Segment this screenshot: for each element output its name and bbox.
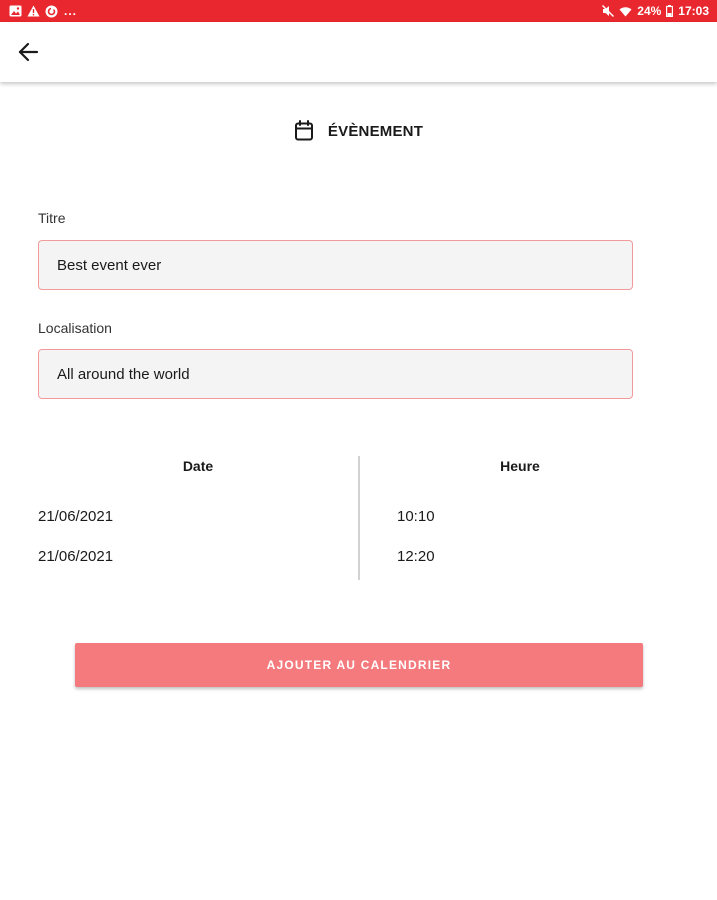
warning-icon bbox=[27, 5, 40, 17]
location-input[interactable]: All around the world bbox=[38, 349, 633, 399]
status-bar-notifications: ... bbox=[9, 4, 77, 18]
mute-icon bbox=[602, 5, 615, 17]
arrow-left-icon bbox=[18, 42, 39, 62]
image-icon bbox=[9, 5, 22, 17]
title-input[interactable]: Best event ever bbox=[38, 240, 633, 290]
calendar-icon bbox=[294, 120, 314, 142]
location-input-value: All around the world bbox=[57, 365, 190, 383]
clock: 17:03 bbox=[678, 4, 709, 18]
status-overflow: ... bbox=[64, 4, 78, 18]
page-title: ÉVÈNEMENT bbox=[327, 122, 424, 140]
wifi-icon bbox=[619, 6, 632, 17]
end-time-value[interactable]: 12:20 bbox=[397, 548, 435, 565]
sync-icon bbox=[45, 5, 58, 18]
title-input-value: Best event ever bbox=[57, 256, 162, 274]
column-divider bbox=[358, 456, 360, 580]
battery-percent: 24% bbox=[637, 4, 662, 18]
back-button[interactable] bbox=[12, 36, 44, 68]
battery-icon bbox=[666, 5, 674, 17]
start-time-value[interactable]: 10:10 bbox=[397, 508, 435, 525]
status-bar-system: 24% 17:03 bbox=[602, 4, 709, 18]
page-header: ÉVÈNEMENT bbox=[0, 120, 717, 142]
title-label: Titre bbox=[38, 210, 66, 226]
add-to-calendar-label: AJOUTER AU CALENDRIER bbox=[266, 658, 452, 672]
date-column-header: Date bbox=[182, 458, 214, 474]
status-bar: ... 24% 17:03 bbox=[0, 0, 717, 22]
end-date-value[interactable]: 21/06/2021 bbox=[38, 548, 113, 565]
location-label: Localisation bbox=[38, 320, 112, 336]
start-date-value[interactable]: 21/06/2021 bbox=[38, 508, 113, 525]
add-to-calendar-button[interactable]: AJOUTER AU CALENDRIER bbox=[75, 643, 643, 687]
time-column-header: Heure bbox=[500, 458, 540, 474]
app-bar bbox=[0, 22, 717, 82]
